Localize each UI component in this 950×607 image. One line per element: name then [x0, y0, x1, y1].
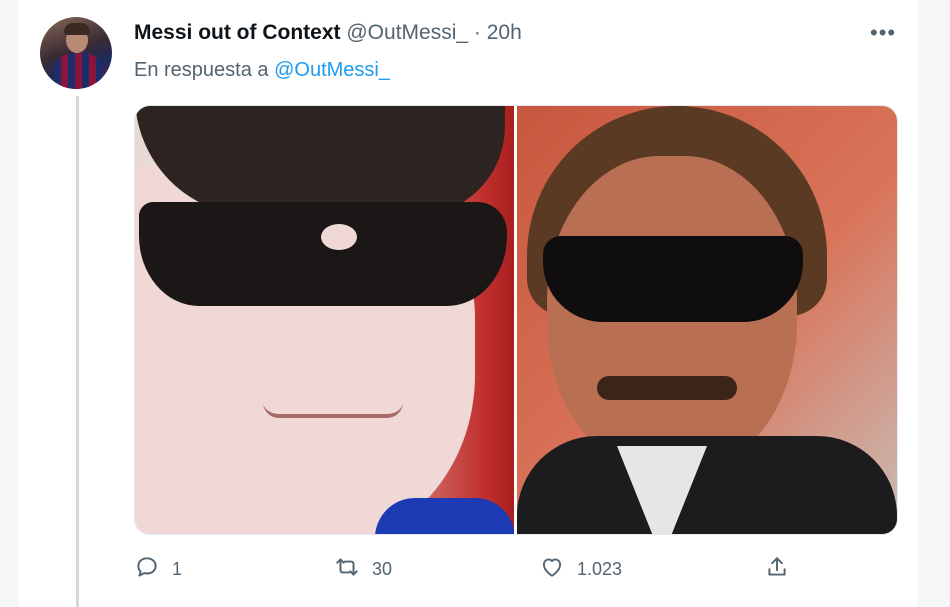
retweet-button[interactable]: 30 [334, 554, 392, 585]
reply-context: En respuesta a @OutMessi_ [134, 57, 390, 83]
more-options-icon[interactable]: ••• [870, 20, 896, 46]
media-image-right[interactable] [517, 106, 897, 534]
share-button[interactable] [764, 554, 790, 585]
share-icon [764, 554, 790, 585]
comment-icon [134, 554, 160, 585]
author-name[interactable]: Messi out of Context [134, 21, 341, 44]
tweet-header: Messi out of Context @OutMessi_ · 20h [134, 20, 522, 46]
like-button[interactable]: 1.023 [539, 554, 622, 585]
sunglasses [543, 236, 803, 322]
retweet-count: 30 [372, 559, 393, 579]
reply-prefix: En respuesta a [134, 59, 269, 81]
author-handle[interactable]: @OutMessi_ [346, 21, 468, 44]
timestamp[interactable]: 20h [487, 21, 522, 44]
sunglasses [139, 202, 507, 306]
reply-mention-link[interactable]: @OutMessi_ [274, 59, 390, 81]
thread-line [76, 96, 79, 607]
retweet-icon [334, 554, 360, 585]
tweet-actions: 1 30 1.023 [134, 554, 794, 584]
reply-button[interactable]: 1 [134, 554, 182, 585]
like-count: 1.023 [577, 559, 623, 579]
reply-count: 1 [172, 559, 183, 579]
separator: · [473, 21, 481, 44]
avatar[interactable] [40, 17, 112, 89]
heart-icon [539, 554, 565, 585]
tweet-card[interactable]: Messi out of Context @OutMessi_ · 20h ••… [18, 0, 918, 607]
media-grid [134, 105, 898, 535]
media-image-left[interactable] [135, 106, 514, 534]
